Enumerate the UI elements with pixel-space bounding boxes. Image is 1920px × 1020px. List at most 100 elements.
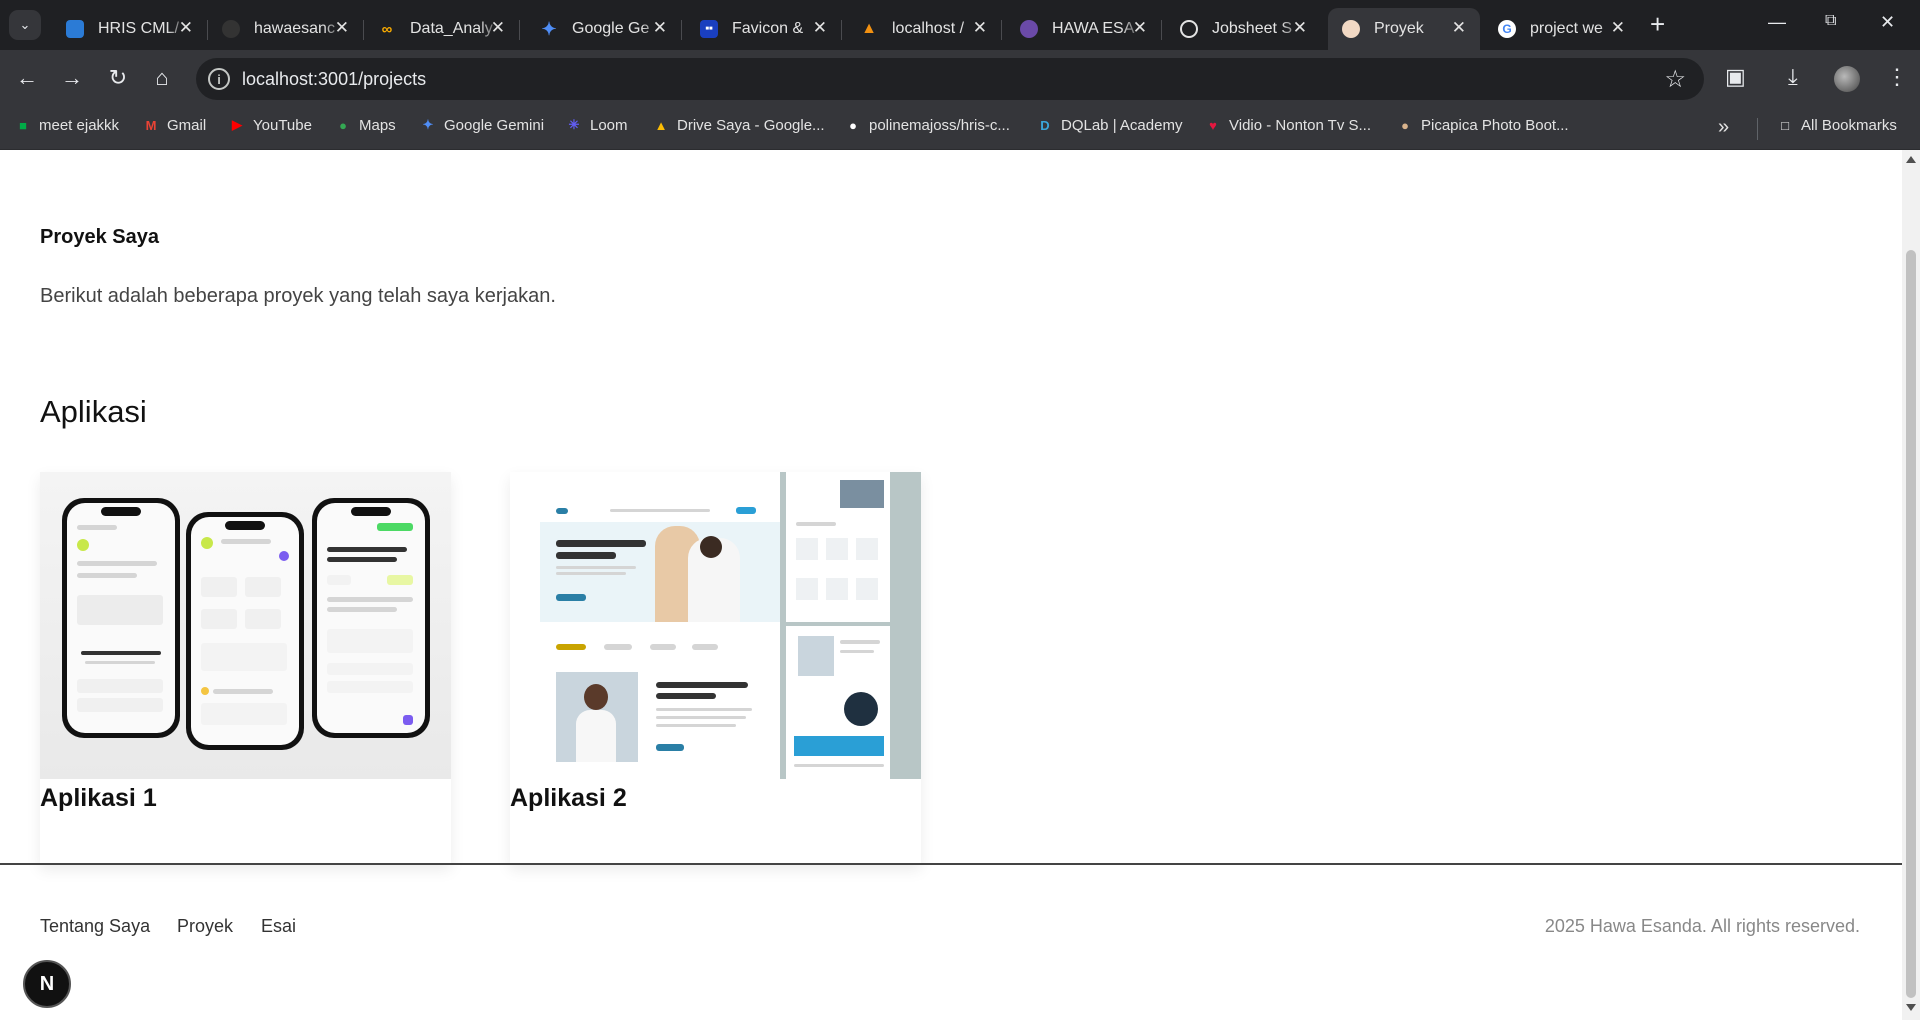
browser-toolbar: ← → ↻ ⌂ i localhost:3001/projects ☆ ▣ ⤓ … xyxy=(0,50,1920,108)
google-meet-icon: ■ xyxy=(19,117,27,133)
bookmark-github[interactable]: ● polinemajoss/hris-c... xyxy=(844,116,1010,134)
folder-icon: □ xyxy=(1781,117,1789,133)
chatgpt-favicon-icon xyxy=(1180,20,1198,38)
bookmark-gemini[interactable]: ✦ Google Gemini xyxy=(419,116,545,134)
footer-link-tentang-saya[interactable]: Tentang Saya xyxy=(40,916,150,937)
close-icon[interactable]: ✕ xyxy=(179,18,193,38)
google-drive-icon: ▲ xyxy=(654,117,668,133)
section-title: Aplikasi xyxy=(40,394,147,429)
project-card-title[interactable]: Aplikasi 1 xyxy=(40,784,157,813)
window-close-button[interactable]: ✕ xyxy=(1880,12,1895,33)
close-icon[interactable]: ✕ xyxy=(1611,18,1625,38)
scroll-up-arrow-icon[interactable] xyxy=(1906,156,1916,163)
tab-github[interactable]: hawaesanc ✕ xyxy=(208,8,364,50)
tab-google-search[interactable]: G project we ✕ xyxy=(1484,8,1639,50)
bookmark-meet[interactable]: ■ meet ejakkk xyxy=(14,116,119,134)
tab-search-button[interactable]: ⌄ xyxy=(9,10,41,40)
bookmark-drive[interactable]: ▲ Drive Saya - Google... xyxy=(652,116,825,134)
colab-favicon-icon: ∞ xyxy=(381,20,393,38)
all-bookmarks-button[interactable]: □ All Bookmarks xyxy=(1776,116,1897,134)
phone-mockup xyxy=(62,498,180,738)
menu-icon[interactable]: ⋮ xyxy=(1886,64,1908,90)
bookmark-star-icon[interactable]: ☆ xyxy=(1664,65,1686,94)
google-favicon-icon: G xyxy=(1498,20,1516,38)
nextjs-dev-badge[interactable]: N xyxy=(23,960,71,1008)
close-icon[interactable]: ✕ xyxy=(491,18,505,38)
proyek-favicon-icon xyxy=(1342,20,1360,38)
extensions-icon[interactable]: ▣ xyxy=(1725,64,1746,90)
sub-headline xyxy=(656,682,748,688)
maps-icon: ● xyxy=(339,117,347,133)
bookmark-gmail[interactable]: M Gmail xyxy=(142,116,207,134)
gemini-icon: ✦ xyxy=(422,117,434,132)
close-icon[interactable]: ✕ xyxy=(1293,18,1307,38)
landing-page-mockup xyxy=(510,472,780,779)
tab-strip: ⌄ HRIS CML/ ✕ hawaesanc ✕ ∞ Data_Analy ✕… xyxy=(0,0,1920,50)
project-card-2[interactable]: Aplikasi 2 xyxy=(510,472,921,864)
profile-avatar[interactable] xyxy=(1834,66,1860,92)
forward-button[interactable]: → xyxy=(57,64,87,92)
tab-colab[interactable]: ∞ Data_Analy ✕ xyxy=(364,8,520,50)
project-card-title[interactable]: Aplikasi 2 xyxy=(510,784,627,813)
tab-hris[interactable]: HRIS CML/ ✕ xyxy=(52,8,208,50)
back-button[interactable]: ← xyxy=(12,64,42,92)
close-icon[interactable]: ✕ xyxy=(1133,18,1147,38)
bookmark-loom[interactable]: ✳ Loom xyxy=(565,116,628,134)
footer-divider xyxy=(0,863,1902,865)
bookmarks-bar: ■ meet ejakkk M Gmail ▶ YouTube ● Maps ✦ Goog… xyxy=(0,108,1920,150)
close-icon[interactable]: ✕ xyxy=(973,18,987,38)
bookmark-maps[interactable]: ● Maps xyxy=(334,116,396,134)
tab-phpmyadmin[interactable]: ▲ localhost / ✕ xyxy=(846,8,1002,50)
vidio-icon: ♥ xyxy=(1209,117,1217,133)
tab-gemini[interactable]: ✦ Google Ge ✕ xyxy=(526,8,682,50)
new-tab-button[interactable]: + xyxy=(1650,11,1665,37)
youtube-icon: ▶ xyxy=(232,117,242,132)
dqlab-icon: D xyxy=(1040,117,1050,133)
side-page-mockup xyxy=(786,472,890,622)
gemini-favicon-icon: ✦ xyxy=(541,18,557,39)
picapica-icon: ● xyxy=(1401,117,1409,133)
page-title: Proyek Saya xyxy=(40,226,159,248)
scroll-thumb[interactable] xyxy=(1906,250,1916,998)
footer-link-proyek[interactable]: Proyek xyxy=(177,916,233,937)
url-text[interactable]: localhost:3001/projects xyxy=(242,69,426,90)
gmail-icon: M xyxy=(145,117,157,133)
site-info-icon[interactable]: i xyxy=(208,68,230,90)
favicon-generator-icon: ■■ xyxy=(700,20,718,38)
chevron-down-icon: ⌄ xyxy=(19,17,31,32)
page-intro: Berikut adalah beberapa proyek yang tela… xyxy=(40,285,556,307)
footer-link-esai[interactable]: Esai xyxy=(261,916,296,937)
university-favicon-icon xyxy=(1020,20,1038,38)
close-icon[interactable]: ✕ xyxy=(1452,18,1466,38)
github-icon: ● xyxy=(849,117,857,133)
hris-favicon-icon xyxy=(66,20,84,38)
download-icon[interactable]: ⤓ xyxy=(1788,64,1798,90)
address-bar[interactable]: i localhost:3001/projects ☆ xyxy=(196,58,1704,100)
phone-mockup xyxy=(312,498,430,738)
page-content: Proyek Saya Berikut adalah beberapa proy… xyxy=(0,150,1902,1020)
more-bookmarks-icon[interactable]: » xyxy=(1718,116,1729,139)
scroll-down-arrow-icon[interactable] xyxy=(1906,1004,1916,1011)
tab-hawa-esa[interactable]: HAWA ESA ✕ xyxy=(1006,8,1162,50)
bookmark-dqlab[interactable]: D DQLab | Academy xyxy=(1036,116,1182,134)
tab-jobsheet[interactable]: Jobsheet S ✕ xyxy=(1166,8,1321,50)
bookmark-youtube[interactable]: ▶ YouTube xyxy=(228,116,312,134)
side-page-mockup xyxy=(786,626,890,779)
page-scrollbar[interactable] xyxy=(1902,150,1920,1020)
welcome-text xyxy=(81,651,161,655)
project-thumbnail-2 xyxy=(510,472,921,779)
copyright-text: 2025 Hawa Esanda. All rights reserved. xyxy=(1544,916,1860,936)
home-button[interactable]: ⌂ xyxy=(147,64,177,92)
bookmark-vidio[interactable]: ♥ Vidio - Nonton Tv S... xyxy=(1204,116,1371,134)
tab-favicon[interactable]: ■■ Favicon & ✕ xyxy=(686,8,842,50)
close-icon[interactable]: ✕ xyxy=(653,18,667,38)
reload-button[interactable]: ↻ xyxy=(103,64,133,92)
close-icon[interactable]: ✕ xyxy=(813,18,827,38)
bookmark-picapica[interactable]: ● Picapica Photo Boot... xyxy=(1396,116,1569,134)
hero-headline xyxy=(556,540,646,547)
project-card-1[interactable]: Aplikasi 1 xyxy=(40,472,451,864)
minimize-button[interactable]: — xyxy=(1768,12,1786,33)
close-icon[interactable]: ✕ xyxy=(335,18,349,38)
tab-proyek[interactable]: Proyek ✕ xyxy=(1328,8,1480,50)
restore-button[interactable]: ⧉ xyxy=(1825,12,1836,30)
